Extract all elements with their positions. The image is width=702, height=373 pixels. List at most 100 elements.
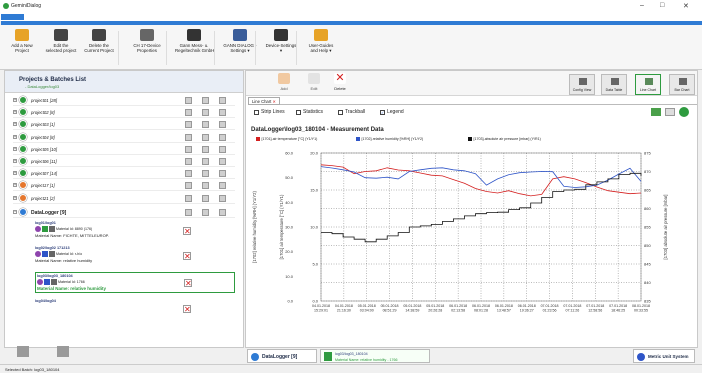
trash-icon[interactable] <box>219 109 226 117</box>
expand-icon[interactable]: + <box>13 146 17 151</box>
x-tick-label: 08:51:29 <box>383 309 397 313</box>
datalogger-icon <box>19 208 27 216</box>
refresh-icon[interactable] <box>679 107 689 117</box>
minimize-button[interactable]: – <box>640 2 644 9</box>
expand-icon[interactable]: + <box>13 195 17 200</box>
batch-id: log03/log03_180104 <box>37 274 73 278</box>
project-row[interactable]: + project01 [28] <box>13 95 235 106</box>
trash-icon[interactable] <box>219 145 226 153</box>
edit-icon[interactable] <box>202 158 209 165</box>
ribbon-button-6[interactable]: Device-Settings ▾ <box>262 29 300 53</box>
edit-icon[interactable] <box>202 109 209 117</box>
project-row[interactable]: + project21 [2] <box>13 193 235 204</box>
trash-icon[interactable] <box>219 158 226 165</box>
sensor-icon <box>51 279 57 285</box>
chart-panel: Add Edit ✕ Delete Config View Data Table … <box>245 70 698 348</box>
app-menu-button[interactable] <box>1 14 24 20</box>
expand-icon[interactable]: + <box>13 122 17 127</box>
search-icon[interactable] <box>185 97 192 104</box>
batch-summary[interactable]: log03/log03_180104 Material Name: relati… <box>320 349 430 363</box>
close-button[interactable]: ✕ <box>683 2 689 10</box>
statistics-checkbox[interactable]: Statistics <box>296 109 323 115</box>
report-icon[interactable] <box>57 346 69 357</box>
edit-icon[interactable] <box>202 145 209 153</box>
edit-icon[interactable] <box>202 182 209 190</box>
edit-button[interactable]: Edit <box>308 73 320 91</box>
batch-delete-icon[interactable]: ✕ <box>184 279 192 288</box>
collapse-icon[interactable]: − <box>13 210 17 214</box>
edit-icon[interactable] <box>202 170 209 178</box>
search-icon[interactable] <box>185 194 192 202</box>
search-icon[interactable] <box>185 133 192 141</box>
datalogger-summary[interactable]: DataLogger [9] <box>247 349 317 363</box>
batch-delete-icon[interactable]: ✕ <box>183 252 191 261</box>
project-row[interactable]: + project04 [8] <box>13 132 235 143</box>
expand-icon[interactable]: + <box>13 110 17 115</box>
ribbon-button-0[interactable]: Add a New Project <box>3 29 41 53</box>
ribbon-button-3[interactable]: CH 17-Device Properties <box>128 29 166 53</box>
batch-item[interactable]: log04/log04 ✕ <box>35 299 235 314</box>
legend-checkbox[interactable]: ✓ Legend <box>380 109 404 115</box>
project-row[interactable]: + project17 [1] <box>13 180 235 192</box>
search-icon[interactable] <box>185 170 192 178</box>
project-row[interactable]: + project05 [10] <box>13 144 235 155</box>
project-row[interactable]: + project06 [11] <box>13 156 235 167</box>
search-icon[interactable] <box>185 209 192 216</box>
ribbon-button-5[interactable]: GANN DIALOG - Settings ▾ <box>221 29 259 53</box>
ribbon-button-2[interactable]: Delete the Current Project <box>80 29 118 53</box>
trackball-checkbox[interactable]: Trackball <box>338 109 365 115</box>
trash-icon[interactable] <box>219 121 226 129</box>
line-chart-button[interactable]: Line Chart <box>635 74 661 95</box>
batch-delete-icon[interactable]: ✕ <box>183 305 191 314</box>
edit-icon[interactable] <box>202 121 209 129</box>
trash-icon[interactable] <box>219 170 226 178</box>
bar-chart-button[interactable]: Bar Chart <box>669 74 695 95</box>
config-view-button[interactable]: Config View <box>569 74 595 95</box>
data-table-button[interactable]: Data Table <box>601 74 627 95</box>
search-icon[interactable] <box>185 121 192 129</box>
x-tick-label: 08.01.2018 <box>632 304 650 308</box>
trash-icon[interactable] <box>219 182 226 190</box>
strip-lines-checkbox[interactable]: Strip Lines <box>254 109 285 115</box>
search-icon[interactable] <box>185 109 192 117</box>
import-icon[interactable] <box>17 346 29 357</box>
expand-icon[interactable]: + <box>13 98 17 102</box>
expand-icon[interactable]: + <box>13 134 17 139</box>
trash-icon[interactable] <box>219 133 226 141</box>
close-tab-icon[interactable]: ✕ <box>273 99 277 104</box>
edit-icon[interactable] <box>202 194 209 202</box>
trash-icon[interactable] <box>219 97 226 104</box>
maximize-button[interactable]: □ <box>660 2 664 9</box>
y-right-tick: 870 <box>644 169 651 174</box>
unit-system-button[interactable]: Metric Unit System <box>633 349 695 363</box>
edit-icon[interactable] <box>202 209 209 216</box>
batch-delete-icon[interactable]: ✕ <box>183 227 191 236</box>
ribbon-button-7[interactable]: User-Guides and Help ▾ <box>302 29 340 53</box>
tab-line-chart[interactable]: Line Chart ✕ <box>248 97 281 105</box>
ribbon-button-4[interactable]: Gann Mess- u. Regeltechnik GmbH <box>175 29 214 53</box>
batch-item[interactable]: log01/log01 Material Id: 8890 (176) Materi… <box>35 221 235 238</box>
projects-panel: Projects & Batches List - DataLogger/log… <box>4 70 244 348</box>
expand-icon[interactable]: + <box>13 183 17 188</box>
ribbon-button-1[interactable]: Edit the selected project <box>42 29 80 53</box>
export-icon[interactable] <box>651 108 661 116</box>
expand-icon[interactable]: + <box>13 159 17 163</box>
batch-item[interactable]: log03/log03_180104 Material Id: 1766 Mater… <box>35 272 235 293</box>
image-icon[interactable] <box>665 108 675 116</box>
trash-icon[interactable] <box>219 194 226 202</box>
search-icon[interactable] <box>185 145 192 153</box>
datalogger-row[interactable]: − DataLogger [9] <box>13 207 235 218</box>
search-icon[interactable] <box>185 182 192 190</box>
search-icon[interactable] <box>185 158 192 165</box>
expand-icon[interactable]: + <box>13 171 17 176</box>
edit-icon[interactable] <box>202 97 209 104</box>
trash-icon[interactable] <box>219 209 226 216</box>
project-row[interactable]: + project07 [14] <box>13 168 235 180</box>
delete-button[interactable]: ✕ Delete <box>334 73 346 91</box>
y-right-tick: 850 <box>644 243 651 248</box>
batch-item[interactable]: log02/log02 171213 Material Id: r-h/o Mate… <box>35 246 235 263</box>
edit-icon[interactable] <box>202 133 209 141</box>
project-row[interactable]: + project03 [1] <box>13 119 235 131</box>
project-row[interactable]: + project02 [8] <box>13 107 235 119</box>
add-button[interactable]: Add <box>278 73 290 91</box>
